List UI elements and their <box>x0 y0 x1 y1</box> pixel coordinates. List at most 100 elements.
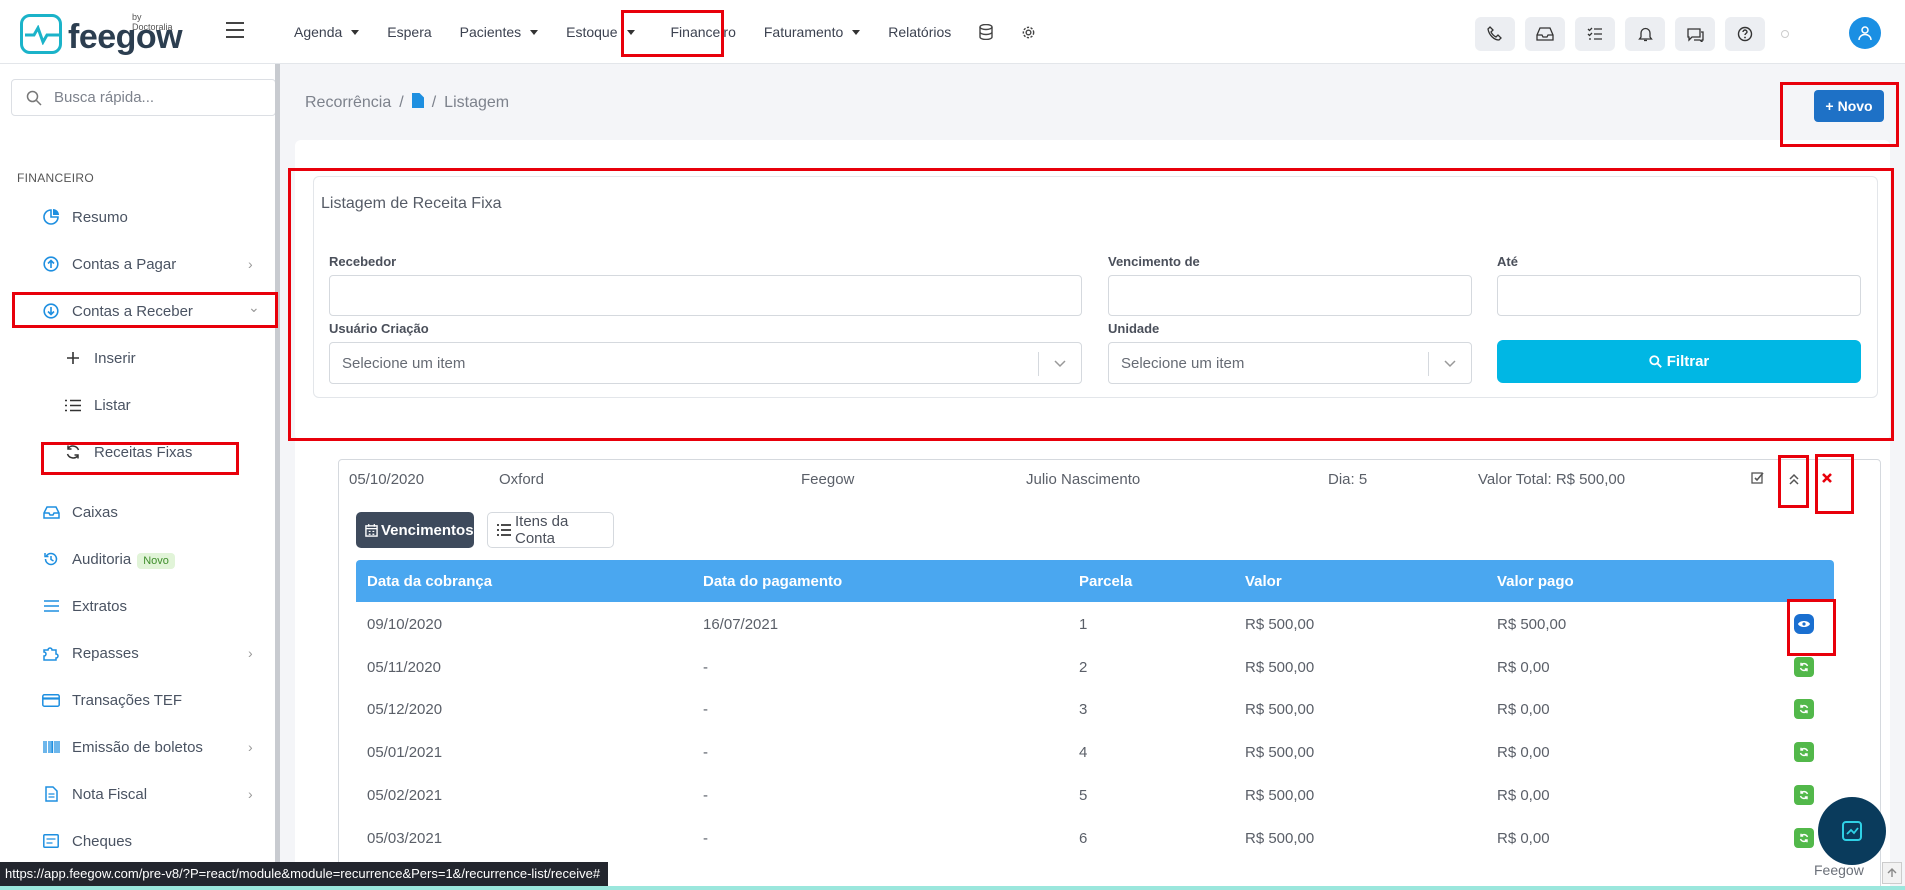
barcode-icon <box>42 741 60 753</box>
select-placeholder: Selecione um item <box>342 354 466 372</box>
cell-valor: R$ 500,00 <box>1245 787 1315 804</box>
caret-down-icon <box>852 29 861 35</box>
column-header[interactable]: Valor pago <box>1497 573 1574 590</box>
cell-valor: R$ 500,00 <box>1245 659 1315 676</box>
refresh-icon[interactable] <box>1794 785 1814 805</box>
installments-table: 09/10/2020 16/07/2021 1 R$ 500,00 R$ 500… <box>356 602 1834 890</box>
tab-label: Itens da Conta <box>515 513 569 547</box>
checklist-icon[interactable] <box>1575 17 1615 51</box>
refresh-icon[interactable] <box>1794 828 1814 848</box>
nav-agenda[interactable]: Agenda <box>294 24 360 40</box>
breadcrumb-recorrencia[interactable]: Recorrência <box>305 94 391 112</box>
sidebar-item-contas-a-receber[interactable]: Contas a Receber ⌄ <box>0 291 270 331</box>
sidebar-item-emissao-de-boletos[interactable]: Emissão de boletos › <box>0 727 270 767</box>
nav-espera[interactable]: Espera <box>387 24 431 40</box>
select-placeholder: Selecione um item <box>1121 354 1245 372</box>
sidebar-item-transacoes-tef[interactable]: Transações TEF <box>0 680 270 720</box>
nav-relatorios[interactable]: Relatórios <box>888 24 951 40</box>
sidebar-item-nota-fiscal[interactable]: Nota Fiscal › <box>0 774 270 814</box>
nav-label: Agenda <box>294 24 343 40</box>
filtrar-button[interactable]: Filtrar <box>1497 340 1861 383</box>
sidebar-item-label: Caixas <box>72 503 118 521</box>
nav-estoque[interactable]: Estoque <box>566 24 635 40</box>
bell-icon[interactable] <box>1625 17 1665 51</box>
inbox-icon[interactable] <box>1525 17 1565 51</box>
unidade-select[interactable]: Selecione um item <box>1108 342 1472 384</box>
feegow-logo[interactable]: feegow by Doctoralia <box>20 12 183 54</box>
column-header[interactable]: Data do pagamento <box>703 573 842 590</box>
usuario-criacao-label: Usuário Criação <box>329 321 429 336</box>
nav-label: Estoque <box>566 24 618 40</box>
tab-vencimentos[interactable]: Vencimentos <box>356 512 474 548</box>
vencimento-label: Vencimento de <box>1108 254 1200 269</box>
column-header[interactable]: Valor <box>1245 573 1282 590</box>
ate-input[interactable] <box>1497 275 1861 316</box>
nav-label: Faturamento <box>763 24 844 40</box>
scroll-top-icon[interactable] <box>1882 862 1902 884</box>
table-row: 05/12/2020 - 3 R$ 500,00 R$ 0,00 <box>356 688 1834 730</box>
refresh-icon[interactable] <box>1794 742 1814 762</box>
top-icon-bar <box>1465 17 1805 51</box>
sidebar-item-receitas-fixas[interactable]: Receitas Fixas <box>0 432 270 472</box>
record-total: Valor Total: R$ 500,00 <box>1478 471 1626 488</box>
cell-parcela: 3 <box>1079 701 1088 718</box>
refresh-icon[interactable] <box>1794 699 1814 719</box>
breadcrumb-separator: / <box>399 94 404 111</box>
sidebar-item-resumo[interactable]: Resumo <box>0 197 270 237</box>
cell-cobranca: 05/01/2021 <box>367 744 443 761</box>
novo-badge: Novo <box>137 552 175 569</box>
delete-icon[interactable] <box>1821 471 1833 488</box>
recebedor-input[interactable] <box>329 275 1082 316</box>
record-day: Dia: 5 <box>1328 471 1368 488</box>
cell-valor-pago: R$ 0,00 <box>1497 830 1550 847</box>
nav-pacientes[interactable]: Pacientes <box>460 24 539 40</box>
chevron-down-icon <box>1053 356 1067 374</box>
vencimento-de-input[interactable] <box>1108 275 1472 316</box>
chat-icon[interactable] <box>1675 17 1715 51</box>
sidebar-item-inserir[interactable]: Inserir <box>0 338 270 378</box>
novo-button[interactable]: + Novo <box>1814 90 1884 122</box>
phone-icon[interactable] <box>1475 17 1515 51</box>
nav-financeiro[interactable]: Financeiro <box>671 24 736 40</box>
gear-icon[interactable] <box>1021 25 1036 40</box>
sidebar-item-caixas[interactable]: Caixas <box>0 492 270 532</box>
usuario-criacao-select[interactable]: Selecione um item <box>329 342 1082 384</box>
eye-icon[interactable] <box>1794 614 1814 634</box>
column-header[interactable]: Data da cobrança <box>367 573 492 590</box>
hamburger-menu-icon[interactable] <box>226 22 244 43</box>
cell-valor: R$ 500,00 <box>1245 701 1315 718</box>
table-row: 05/02/2021 - 5 R$ 500,00 R$ 0,00 <box>356 774 1834 816</box>
tab-itens-da-conta[interactable]: Itens da Conta <box>487 512 614 548</box>
sidebar-item-label: Emissão de boletos <box>72 738 203 756</box>
sidebar-item-label: Contas a Receber <box>72 302 193 320</box>
user-avatar-icon[interactable] <box>1849 17 1881 49</box>
checkbox-edit-icon[interactable] <box>1751 471 1765 489</box>
sidebar-item-label: Extratos <box>72 597 128 615</box>
help-icon[interactable] <box>1725 17 1765 51</box>
chevron-right-icon: › <box>248 739 253 755</box>
arrow-up-circle-icon <box>42 256 60 272</box>
unidade-label: Unidade <box>1108 321 1160 336</box>
sidebar-scrollbar[interactable] <box>275 64 280 864</box>
caret-down-icon <box>351 29 360 35</box>
cell-cobranca: 05/11/2020 <box>367 659 441 676</box>
support-chat-button[interactable] <box>1818 797 1886 865</box>
sidebar-item-cheques[interactable]: Cheques <box>0 821 270 861</box>
refresh-icon[interactable] <box>1794 657 1814 677</box>
sidebar-item-listar[interactable]: Listar <box>0 385 270 425</box>
sidebar-item-repasses[interactable]: Repasses › <box>0 633 270 673</box>
database-icon[interactable] <box>979 24 993 40</box>
calendar-icon <box>365 523 378 537</box>
sidebar-item-extratos[interactable]: Extratos <box>0 586 270 626</box>
sidebar-item-label: Resumo <box>72 208 128 226</box>
quick-search-input[interactable]: Busca rápida... <box>11 79 276 116</box>
sidebar-item-label: Receitas Fixas <box>94 443 193 461</box>
collapse-icon[interactable] <box>1788 472 1800 490</box>
record-unit: Oxford <box>499 471 545 488</box>
sidebar-item-contas-a-pagar[interactable]: Contas a Pagar › <box>0 244 270 284</box>
sidebar-item-label: Inserir <box>94 349 136 367</box>
column-header[interactable]: Parcela <box>1079 573 1132 590</box>
sidebar-item-auditoria[interactable]: Auditoria Novo <box>0 539 270 579</box>
nav-faturamento[interactable]: Faturamento <box>763 24 861 40</box>
chevron-down-icon: ⌄ <box>248 298 260 315</box>
